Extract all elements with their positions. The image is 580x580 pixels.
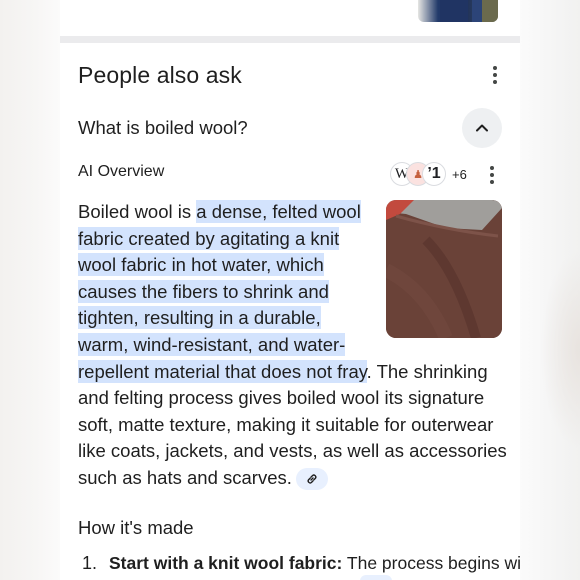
ai-overview-options-icon[interactable] xyxy=(482,165,502,185)
wool-fabric-illustration xyxy=(386,200,502,338)
list-item-number: 1. xyxy=(82,553,98,573)
overview-line-1: Boiled wool is a dense, felted wool xyxy=(78,199,361,226)
search-results-card: People also ask What is boiled wool? AI … xyxy=(60,0,520,580)
text-plain: . The shrinking xyxy=(366,360,488,382)
text-highlight: tighten, resulting in a durable, xyxy=(78,306,321,330)
citation-chip-partial[interactable] xyxy=(360,575,392,580)
collapse-button[interactable] xyxy=(462,108,502,148)
text-highlight: wool fabric in hot water, which xyxy=(78,253,324,277)
overview-line-3: wool fabric in hot water, which xyxy=(78,252,324,279)
background-left xyxy=(0,0,60,580)
text-plain: such as hats and scarves. xyxy=(78,467,292,488)
background-right xyxy=(520,0,580,580)
overview-line-8: and felting process gives boiled wool it… xyxy=(78,387,485,409)
text-highlight: fabric created by agitating a knit xyxy=(78,226,340,250)
overview-line-10: like coats, jackets, and vests, as well … xyxy=(78,440,507,462)
more-options-icon[interactable] xyxy=(485,65,505,85)
link-icon xyxy=(307,474,317,484)
text-highlight: causes the fibers to shrink and xyxy=(78,279,329,303)
citation-link-button[interactable] xyxy=(295,468,328,491)
overview-line-7: repellent material that does not fray. T… xyxy=(78,359,488,386)
more-sources-count[interactable]: +6 xyxy=(452,167,467,182)
section-heading: How it's made xyxy=(78,517,194,538)
section-divider xyxy=(60,36,520,43)
text-highlight: repellent material that does not fray xyxy=(78,359,367,383)
text-highlight: warm, wind-resistant, and water- xyxy=(78,333,346,356)
question-text[interactable]: What is boiled wool? xyxy=(78,117,248,139)
previous-result-thumbnail[interactable] xyxy=(418,0,498,22)
overview-line-2: fabric created by agitating a knit xyxy=(78,226,340,253)
overview-line-11: such as hats and scarves. xyxy=(78,465,328,492)
list-item-text: The process begins with xyxy=(342,553,520,573)
ai-overview-label: AI Overview xyxy=(78,163,165,180)
list-item-bold: Start with a knit wool fabric: xyxy=(109,553,343,573)
overview-line-6: warm, wind-resistant, and water- xyxy=(78,332,346,359)
boiled-wool-image[interactable] xyxy=(386,200,502,338)
source-icons[interactable]: W ♟ ʼ1 +6 xyxy=(390,160,467,188)
overview-line-5: tighten, resulting in a durable, xyxy=(78,305,321,332)
people-also-ask-title: People also ask xyxy=(78,62,242,88)
chevron-up-icon xyxy=(476,124,488,132)
source-logo-icon-2[interactable]: ʼ1 xyxy=(422,162,446,186)
text-highlight: a dense, felted wool xyxy=(196,200,361,223)
text-plain: Boiled wool is xyxy=(78,201,197,222)
list-item: Start with a knit wool fabric: The proce… xyxy=(109,553,520,574)
overview-line-9: soft, matte texture, making it suitable … xyxy=(78,413,494,435)
overview-line-4: causes the fibers to shrink and xyxy=(78,279,329,306)
